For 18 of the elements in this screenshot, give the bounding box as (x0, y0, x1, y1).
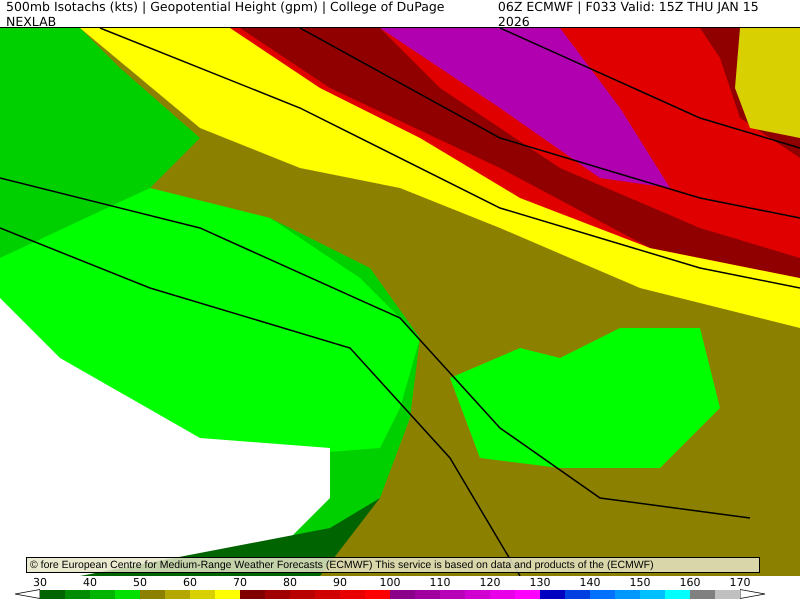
legend-tick-label: 170 (728, 576, 752, 589)
legend-tick-label: 40 (82, 576, 98, 589)
legend-tick-label: 50 (132, 576, 148, 589)
legend-tick-label: 150 (628, 576, 652, 589)
legend-tick-label: 60 (182, 576, 198, 589)
map-title: 500mb Isotachs (kts) | Geopotential Height (gpm) | College of DuPage NEXLAB (6, 0, 446, 28)
attribution-text: © fore European Centre for Medium-Range Weather Forecasts (ECMWF) This service is based on data and products of the (ECMWF) (26, 557, 760, 573)
legend-tick-label: 90 (332, 576, 348, 589)
legend-tick-label: 80 (282, 576, 298, 589)
legend-tick-label: 30 (32, 576, 48, 589)
legend-tick-label: 70 (232, 576, 248, 589)
model-run-label: 06Z ECMWF | F033 Valid: 15Z THU JAN 15 2026 (498, 0, 760, 28)
legend-tick-label: 100 (378, 576, 402, 589)
legend-tick-label: 140 (578, 576, 602, 589)
legend-tick-label: 120 (478, 576, 502, 589)
legend-tick-label: 110 (428, 576, 452, 589)
legend-tick-label: 130 (528, 576, 552, 589)
legend-tick-label: 160 (678, 576, 702, 589)
